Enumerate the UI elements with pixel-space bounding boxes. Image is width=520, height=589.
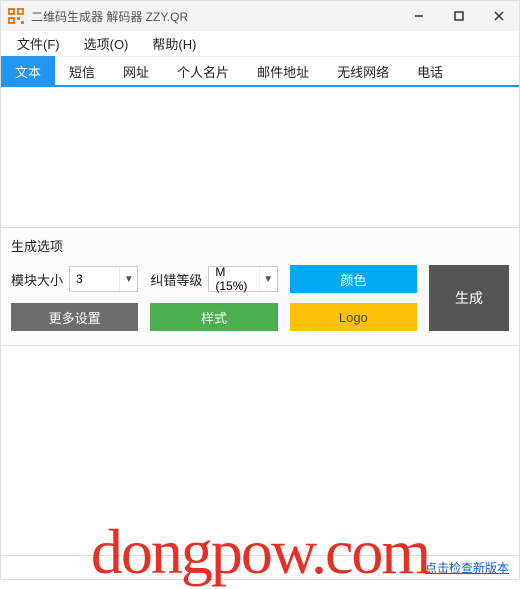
tab-phone[interactable]: 电话	[403, 56, 457, 87]
content-area	[1, 87, 519, 227]
module-size-value: 3	[70, 272, 119, 286]
ec-level-value: M (15%)	[209, 265, 258, 293]
ec-level-label: 纠错等级	[150, 270, 202, 289]
tab-text[interactable]: 文本	[1, 56, 55, 87]
chevron-down-icon: ▼	[119, 267, 137, 291]
ec-level-select[interactable]: M (15%) ▼	[208, 266, 277, 292]
options-panel: 生成选项 模块大小 3 ▼ 纠错等级 M (15%) ▼ 颜色 生成 更多设置 …	[1, 227, 519, 346]
menu-options[interactable]: 选项(O)	[74, 31, 139, 56]
style-button[interactable]: 样式	[150, 303, 277, 331]
menu-file[interactable]: 文件(F)	[7, 31, 70, 56]
module-size-select[interactable]: 3 ▼	[69, 266, 138, 292]
tab-vcard[interactable]: 个人名片	[163, 56, 243, 87]
module-size-label: 模块大小	[11, 270, 63, 289]
module-size-field: 模块大小 3 ▼	[11, 266, 138, 292]
preview-area	[1, 346, 519, 555]
tab-wifi[interactable]: 无线网络	[323, 56, 403, 87]
chevron-down-icon: ▼	[259, 267, 277, 291]
statusbar: 点击检查新版本	[1, 555, 519, 579]
window-buttons	[399, 1, 519, 31]
minimize-button[interactable]	[399, 1, 439, 31]
tab-sms[interactable]: 短信	[55, 56, 109, 87]
titlebar: 二维码生成器 解码器 ZZY.QR	[1, 1, 519, 31]
tab-url[interactable]: 网址	[109, 56, 163, 87]
app-window: 二维码生成器 解码器 ZZY.QR 文件(F) 选项(O) 帮助(H) 文本 短…	[0, 0, 520, 580]
color-button[interactable]: 颜色	[290, 265, 417, 293]
window-title: 二维码生成器 解码器 ZZY.QR	[31, 8, 399, 25]
menu-help[interactable]: 帮助(H)	[142, 31, 206, 56]
app-icon	[7, 7, 25, 25]
text-input[interactable]	[1, 87, 519, 227]
menubar: 文件(F) 选项(O) 帮助(H)	[1, 31, 519, 57]
check-update-link[interactable]: 点击检查新版本	[425, 559, 509, 576]
ec-level-field: 纠错等级 M (15%) ▼	[150, 266, 277, 292]
options-title: 生成选项	[11, 236, 509, 255]
generate-button[interactable]: 生成	[429, 265, 509, 331]
close-button[interactable]	[479, 1, 519, 31]
logo-button[interactable]: Logo	[290, 303, 417, 331]
maximize-button[interactable]	[439, 1, 479, 31]
tab-bar: 文本 短信 网址 个人名片 邮件地址 无线网络 电话	[1, 57, 519, 87]
tab-mail[interactable]: 邮件地址	[243, 56, 323, 87]
more-settings-button[interactable]: 更多设置	[11, 303, 138, 331]
